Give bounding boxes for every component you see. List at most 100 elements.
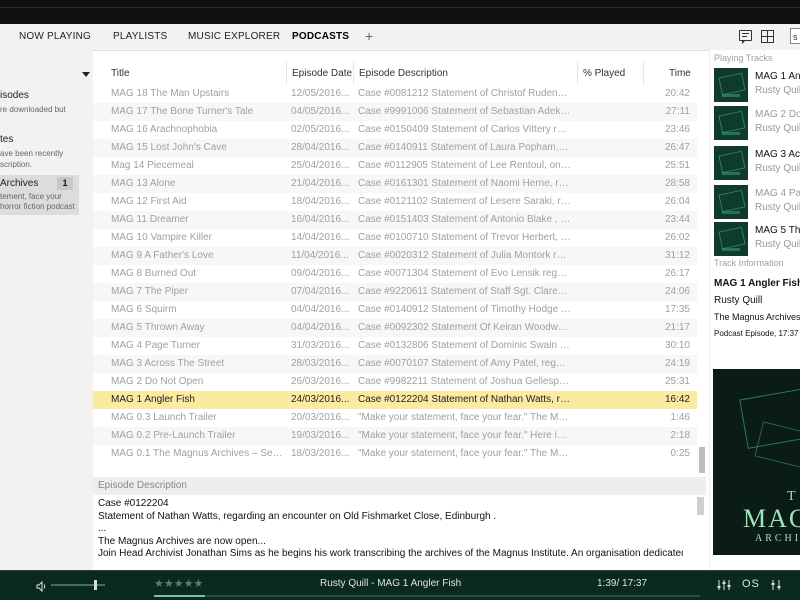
podcast-filter-dropdown[interactable]: [0, 68, 93, 82]
episode-date-cell: 19/03/2016...: [291, 430, 350, 441]
table-row[interactable]: MAG 9 A Father's Love 11/04/2016... Case #…: [93, 247, 697, 265]
episode-title-cell: MAG 6 Squirm: [111, 304, 177, 315]
playing-track-item[interactable]: MAG 2 Do Not Open Rusty Quill: [714, 106, 800, 142]
playing-track-item[interactable]: MAG 4 Page Turner Rusty Quill: [714, 185, 800, 221]
sidebar-item-description: horror fiction podcast: [0, 202, 75, 211]
table-row[interactable]: MAG 1 Angler Fish 24/03/2016... Case #0122…: [93, 391, 697, 409]
episode-title-cell: MAG 13 Alone: [111, 178, 176, 189]
episode-time-cell: 20:42: [664, 88, 690, 99]
sidebar-item-downloaded-episodes[interactable]: isodes re downloaded but: [0, 90, 79, 130]
episode-date-cell: 04/05/2016...: [291, 106, 350, 117]
episode-time-cell: 26:04: [664, 196, 690, 207]
episode-time-cell: 26:02: [664, 232, 690, 243]
column-header-time[interactable]: Time: [643, 61, 706, 85]
table-row[interactable]: Mag 14 Piecemeal 25/04/2016... Case #01129…: [93, 157, 697, 175]
table-row[interactable]: MAG 15 Lost John's Cave 28/04/2016... Case…: [93, 139, 697, 157]
episode-time-cell: 17:35: [664, 304, 690, 315]
table-row[interactable]: MAG 0.1 The Magnus Archives – Seed 18/03/…: [93, 445, 697, 463]
scrollbar-thumb[interactable]: [699, 447, 705, 473]
track-information-label: Track Information: [714, 258, 784, 268]
track-title: MAG 4 Page Turner: [755, 188, 800, 199]
tab-playlists[interactable]: PLAYLISTS: [113, 24, 167, 50]
episode-description-cell: Case #0140911 Statement of Laura Popham,…: [358, 142, 571, 153]
playback-options-icon[interactable]: [770, 579, 784, 591]
episode-description-cell: Case #0161301 Statement of Naomi Herne, …: [358, 178, 571, 189]
column-header-title[interactable]: Title: [93, 61, 286, 85]
add-tab-button[interactable]: +: [365, 24, 373, 50]
volume-slider-handle[interactable]: [94, 580, 98, 590]
table-row[interactable]: MAG 12 First Aid 18/04/2016... Case #01211…: [93, 193, 697, 211]
episode-date-cell: 14/04/2016...: [291, 232, 350, 243]
sidebar-item-magnus-archives[interactable]: Archives 1 tement, face your horror fict…: [0, 175, 79, 215]
table-row[interactable]: MAG 5 Thrown Away 04/04/2016... Case #0092…: [93, 319, 697, 337]
episode-title-cell: MAG 1 Angler Fish: [111, 394, 195, 405]
search-input[interactable]: s: [790, 28, 800, 44]
sidebar-item-description: re downloaded but: [0, 105, 66, 114]
table-row[interactable]: MAG 18 The Man Upstairs 12/05/2016... Case…: [93, 85, 697, 103]
seek-bar[interactable]: [154, 595, 700, 597]
track-title: MAG 3 Across The Street: [755, 149, 800, 160]
description-text: Case #0122204 Statement of Nathan Watts,…: [98, 498, 683, 561]
table-row[interactable]: MAG 0.2 Pre-Launch Trailer 19/03/2016... "…: [93, 427, 697, 445]
episode-description-cell: "Make your statement, face your fear." T…: [358, 412, 571, 423]
table-row[interactable]: MAG 11 Dreamer 16/04/2016... Case #0151403…: [93, 211, 697, 229]
tab-music-explorer[interactable]: MUSIC EXPLORER: [188, 24, 280, 50]
episode-description-cell: Case #0081212 Statement of Christof Rude…: [358, 88, 571, 99]
volume-icon[interactable]: [36, 581, 47, 592]
table-row[interactable]: MAG 6 Squirm 04/04/2016... Case #0140912 S…: [93, 301, 697, 319]
sidebar-item-description: ave been recently: [0, 149, 64, 158]
table-row[interactable]: MAG 13 Alone 21/04/2016... Case #0161301 S…: [93, 175, 697, 193]
table-row[interactable]: MAG 4 Page Turner 31/03/2016... Case #0132…: [93, 337, 697, 355]
episode-date-cell: 04/04/2016...: [291, 304, 350, 315]
output-select-button[interactable]: OS: [742, 578, 760, 590]
episode-time-cell: 25:51: [664, 160, 690, 171]
table-row[interactable]: MAG 0.3 Launch Trailer 20/03/2016... "Make…: [93, 409, 697, 427]
playing-track-item[interactable]: MAG 1 Angler Fish Rusty Quill: [714, 68, 800, 104]
episode-date-cell: 12/05/2016...: [291, 88, 350, 99]
art-text: ARCHI: [755, 533, 800, 544]
episode-title-cell: MAG 0.2 Pre-Launch Trailer: [111, 430, 236, 441]
episode-title-cell: MAG 0.3 Launch Trailer: [111, 412, 217, 423]
playing-track-item[interactable]: MAG 5 Thrown Away Rusty Quill: [714, 222, 800, 258]
episode-time-cell: 23:44: [664, 214, 690, 225]
playing-track-item[interactable]: MAG 3 Across The Street Rusty Quill: [714, 146, 800, 182]
rating-stars[interactable]: ★★★★★: [154, 577, 203, 590]
episode-date-cell: 20/03/2016...: [291, 412, 350, 423]
episode-time-cell: 31:12: [664, 250, 690, 261]
table-row[interactable]: MAG 8 Burned Out 09/04/2016... Case #00713…: [93, 265, 697, 283]
equalizer-icon[interactable]: [717, 579, 731, 591]
episode-time-cell: 30:10: [664, 340, 690, 351]
table-row[interactable]: MAG 2 Do Not Open 26/03/2016... Case #9982…: [93, 373, 697, 391]
description-line: ...: [98, 523, 107, 534]
episode-time-cell: 27:11: [665, 106, 690, 117]
layout-grid-icon[interactable]: [761, 30, 774, 43]
player-bar: ★★★★★ Rusty Quill - MAG 1 Angler Fish 1:…: [0, 570, 800, 600]
column-header-episode-description[interactable]: Episode Description: [353, 61, 577, 85]
sidebar-item-recent-episodes[interactable]: tes ave been recently scription.: [0, 134, 79, 174]
chat-icon[interactable]: [739, 30, 752, 44]
column-header-episode-date[interactable]: Episode Date: [286, 61, 353, 85]
episode-description-cell: Case #0132806 Statement of Dominic Swain…: [358, 340, 571, 351]
column-header-percent-played[interactable]: % Played: [577, 61, 643, 85]
album-thumbnail: [714, 146, 748, 180]
table-scrollbar[interactable]: [698, 85, 706, 477]
episode-description-cell: Case #9991006 Statement of Sebastian Ade…: [358, 106, 571, 117]
table-row[interactable]: MAG 17 The Bone Turner's Tale 04/05/2016.…: [93, 103, 697, 121]
episode-date-cell: 21/04/2016...: [291, 178, 350, 189]
episode-title-cell: MAG 10 Vampire Killer: [111, 232, 212, 243]
episode-description-cell: Case #0122204 Statement of Nathan Watts,…: [358, 394, 571, 405]
episode-title-cell: MAG 5 Thrown Away: [111, 322, 205, 333]
table-row[interactable]: MAG 3 Across The Street 28/03/2016... Case…: [93, 355, 697, 373]
episode-title-cell: MAG 4 Page Turner: [111, 340, 200, 351]
episode-description-panel: Episode Description Case #0122204 Statem…: [93, 477, 706, 570]
right-panel: Playing Tracks MAG 1 Angler Fish Rusty Q…: [709, 50, 800, 570]
description-line: The Magnus Archives are now open...: [98, 535, 266, 547]
table-row[interactable]: MAG 16 Arachnophobia 02/05/2016... Case #0…: [93, 121, 697, 139]
description-scrollbar[interactable]: [697, 497, 704, 515]
tab-podcasts[interactable]: PODCASTS: [292, 24, 349, 50]
table-row[interactable]: MAG 7 The Piper 07/04/2016... Case #922061…: [93, 283, 697, 301]
playback-time: 1:39/ 17:37: [597, 578, 648, 589]
tab-now-playing[interactable]: NOW PLAYING: [19, 24, 91, 50]
now-playing-title: Rusty Quill - MAG 1 Angler Fish: [320, 578, 462, 589]
table-row[interactable]: MAG 10 Vampire Killer 14/04/2016... Case #…: [93, 229, 697, 247]
